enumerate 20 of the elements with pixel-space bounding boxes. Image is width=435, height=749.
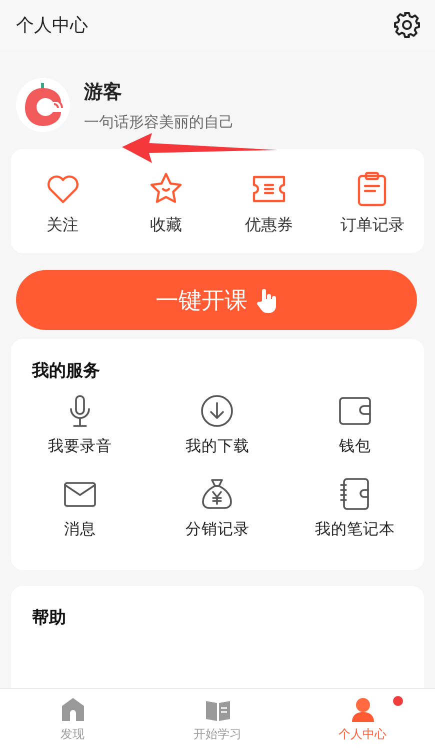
service-item[interactable]: 我的笔记本	[286, 477, 424, 540]
quick-link[interactable]: 优惠券	[218, 171, 321, 236]
section-title: 我的服务	[30, 360, 101, 382]
user-name: 游客	[84, 80, 123, 104]
quick-link[interactable]: 收藏	[114, 171, 218, 236]
page-title: 个人中心	[16, 14, 88, 37]
service-item[interactable]: 分销记录	[148, 477, 286, 540]
service-item[interactable]: 我的下载	[148, 394, 286, 457]
hand-icon	[256, 287, 278, 313]
wallet-icon	[338, 394, 372, 428]
money-bag-icon	[200, 477, 234, 511]
section-title: 帮助	[31, 607, 67, 629]
download-icon	[200, 394, 234, 428]
quick-link[interactable]: 订单记录	[320, 171, 424, 236]
quick-link[interactable]: 关注	[11, 171, 114, 236]
service-item[interactable]: 我要录音	[11, 394, 149, 457]
user-motto: 一句话形容美丽的自己	[84, 112, 234, 132]
settings-icon[interactable]	[393, 11, 421, 39]
service-item[interactable]: 消息	[11, 477, 149, 540]
service-item[interactable]: 钱包	[286, 394, 424, 457]
